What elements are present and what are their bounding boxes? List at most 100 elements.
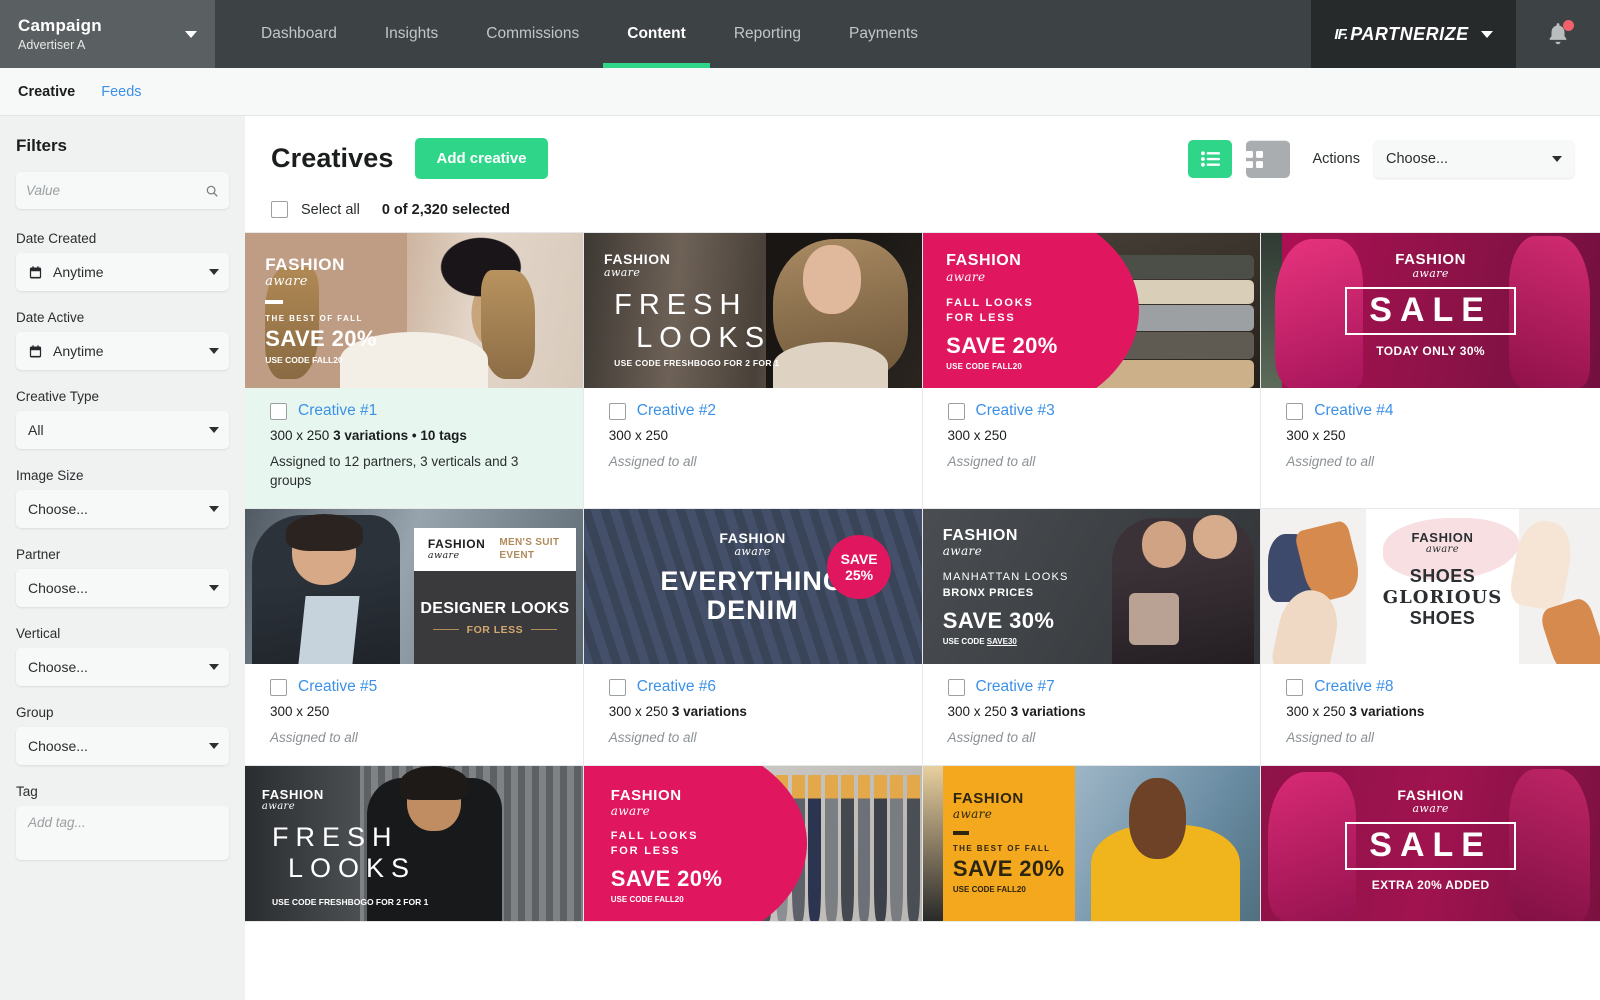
banner-kicker: FALL LOOKS FOR LESS — [611, 829, 723, 859]
creative-card[interactable]: FASHION aware SALE EXTRA 20% ADDED — [1261, 766, 1600, 922]
kicker-line-1: FALL LOOKS — [610, 829, 699, 842]
banner-art-shape — [298, 595, 361, 664]
banner-aware: aware — [261, 800, 296, 812]
creative-thumbnail[interactable]: FASHION aware EVERYTHING DENIM SAVE 25% — [583, 509, 922, 664]
creative-name-link[interactable]: Creative #6 — [637, 678, 716, 696]
code-prefix: USE CODE — [610, 894, 653, 904]
creative-thumbnail[interactable]: FASHION aware FALL LOOKS FOR LESS SAVE 2… — [583, 766, 922, 921]
creative-name-link[interactable]: Creative #7 — [976, 678, 1055, 696]
creative-checkbox[interactable] — [1286, 402, 1304, 420]
creative-checkbox[interactable] — [270, 678, 287, 696]
creative-thumbnail[interactable]: FASHION aware FRESH LOOKS USE CODE FRESH… — [245, 766, 583, 921]
creative-checkbox[interactable] — [608, 678, 626, 696]
creative-thumbnail[interactable]: FASHION aware SALE EXTRA 20% ADDED — [1261, 766, 1600, 921]
banner-kicker: THE BEST OF FALL — [952, 843, 1051, 853]
list-view-toggle[interactable] — [1188, 139, 1233, 178]
nav-tab-payments[interactable]: Payments — [825, 0, 942, 68]
select-all-checkbox[interactable] — [271, 201, 288, 218]
creative-name-link[interactable]: Creative #3 — [976, 402, 1055, 420]
creative-checkbox[interactable] — [947, 678, 965, 696]
subnav-item-creative[interactable]: Creative — [18, 84, 75, 100]
creative-card[interactable]: FASHION aware THE BEST OF FALL SAVE 20% … — [922, 766, 1262, 922]
campaign-text: Campaign Advertiser A — [18, 16, 185, 53]
creative-name-link[interactable]: Creative #1 — [298, 402, 377, 420]
creative-type-select[interactable]: All — [16, 411, 229, 449]
actions-label: Actions — [1312, 150, 1360, 167]
subnav-item-feeds[interactable]: Feeds — [101, 84, 141, 100]
creative-card[interactable]: FASHION aware MANHATTAN LOOKS BRONX PRIC… — [922, 509, 1262, 766]
creative-assignment: Assigned to 12 partners, 3 verticals and… — [270, 454, 519, 488]
banner-headline: SAVE 20% — [946, 333, 1058, 359]
creative-card[interactable]: FASHION aware THE BEST OF FALL SAVE 20% … — [245, 233, 584, 509]
creative-thumbnail[interactable]: FASHION aware SHOES GLORIOUS SHOES — [1261, 509, 1600, 664]
nav-tab-insights[interactable]: Insights — [361, 0, 462, 68]
banner-logo: FASHION — [265, 255, 346, 275]
vertical-select[interactable]: Choose... — [16, 648, 229, 686]
banner-text: FASHION aware FALL LOOKS FOR LESS SAVE 2… — [611, 788, 723, 904]
banner-art-shape — [1142, 521, 1186, 568]
headline-line-2: GLORIOUS — [1382, 586, 1503, 608]
image-size-select[interactable]: Choose... — [16, 490, 229, 528]
banner-art-shape — [906, 775, 920, 921]
banner-kicker: FALL LOOKS FOR LESS — [946, 296, 1058, 326]
badge-line-1: SAVE — [840, 551, 878, 568]
creative-meta: Creative #1 300 x 250 3 variations • 10 … — [245, 388, 583, 508]
tag-input[interactable]: Add tag... — [16, 806, 229, 860]
dimensions-value: 300 x 250 — [608, 704, 669, 719]
nav-tab-content[interactable]: Content — [603, 0, 710, 68]
nav-tab-dashboard[interactable]: Dashboard — [237, 0, 361, 68]
creative-thumbnail[interactable]: FASHION aware FALL LOOKS FOR LESS SAVE 2… — [922, 233, 1261, 388]
creative-checkbox[interactable] — [1286, 678, 1304, 696]
partnerize-logo: IF. PARTNERIZE — [1334, 24, 1468, 45]
creative-thumbnail[interactable]: FASHION aware SALE TODAY ONLY 30% — [1261, 233, 1600, 388]
date-created-select[interactable]: Anytime — [16, 253, 229, 291]
grid-view-toggle[interactable] — [1246, 139, 1291, 178]
group-select[interactable]: Choose... — [16, 727, 229, 765]
creative-name-link[interactable]: Creative #5 — [298, 678, 377, 696]
banner-dark-panel: DESIGNER LOOKS FOR LESS — [413, 571, 576, 664]
creatives-main-panel: Creatives Add creative Actions Choose...… — [245, 116, 1600, 1000]
banner-aware: aware — [1425, 543, 1460, 555]
creative-name-link[interactable]: Creative #8 — [1314, 678, 1393, 696]
creative-thumbnail[interactable]: FASHION aware THE BEST OF FALL SAVE 20% … — [922, 766, 1261, 921]
filter-search-box[interactable] — [16, 172, 229, 209]
creative-checkbox[interactable] — [270, 402, 287, 420]
creative-card[interactable]: FASHION aware SALE TODAY ONLY 30% Creati… — [1261, 233, 1600, 509]
code-value: SAVE30 — [986, 636, 1017, 646]
creative-card[interactable]: FASHION aware FALL LOOKS FOR LESS SAVE 2… — [583, 766, 923, 922]
filter-value: Choose... — [28, 501, 88, 517]
partner-select[interactable]: Choose... — [16, 569, 229, 607]
creative-card[interactable]: FASHION aware FALL LOOKS FOR LESS SAVE 2… — [922, 233, 1262, 509]
chevron-down-icon — [1480, 30, 1493, 38]
creative-thumbnail[interactable]: FASHION aware MANHATTAN LOOKS BRONX PRIC… — [922, 509, 1261, 664]
banner-shoes-glorious: FASHION aware SHOES GLORIOUS SHOES — [1261, 509, 1600, 664]
creative-card[interactable]: FASHION aware FRESH LOOKS USE CODE FRESH… — [583, 233, 923, 509]
select-all-label[interactable]: Select all — [301, 202, 360, 218]
banner-code: USE CODE FRESHBOGO FOR 2 FOR 1 — [614, 357, 780, 368]
creative-thumbnail[interactable]: FASHION aware MEN'S SUIT EVENT DESIGNER … — [245, 509, 583, 664]
nav-tab-reporting[interactable]: Reporting — [710, 0, 825, 68]
add-creative-button[interactable]: Add creative — [415, 138, 548, 179]
creative-meta: Creative #6 300 x 250 3 variations Assig… — [584, 664, 922, 765]
nav-tab-commissions[interactable]: Commissions — [462, 0, 603, 68]
creative-card[interactable]: FASHION aware MEN'S SUIT EVENT DESIGNER … — [245, 509, 584, 766]
creative-checkbox[interactable] — [608, 402, 626, 420]
creative-card[interactable]: FASHION aware FRESH LOOKS USE CODE FRESH… — [245, 766, 584, 922]
creative-name-link[interactable]: Creative #2 — [637, 402, 716, 420]
creative-name-link[interactable]: Creative #4 — [1314, 402, 1393, 420]
kicker-line-1: FALL LOOKS — [946, 297, 1034, 310]
creative-checkbox[interactable] — [947, 402, 965, 420]
search-input[interactable] — [26, 183, 205, 198]
campaign-switcher[interactable]: Campaign Advertiser A — [0, 0, 215, 68]
creative-card[interactable]: FASHION aware EVERYTHING DENIM SAVE 25% — [583, 509, 923, 766]
brand-menu[interactable]: IF. PARTNERIZE — [1311, 0, 1516, 68]
filter-value: Anytime — [53, 264, 104, 280]
notifications-button[interactable] — [1516, 0, 1600, 68]
creative-assignment: Assigned to all — [608, 454, 697, 469]
creative-thumbnail[interactable]: FASHION aware FRESH LOOKS USE CODE FRESH… — [583, 233, 922, 388]
creative-thumbnail[interactable]: FASHION aware THE BEST OF FALL SAVE 20% … — [245, 233, 583, 388]
date-active-select[interactable]: Anytime — [16, 332, 229, 370]
actions-select[interactable]: Choose... — [1374, 139, 1574, 178]
banner-art-shape — [841, 775, 855, 921]
creative-card[interactable]: FASHION aware SHOES GLORIOUS SHOES Creat… — [1261, 509, 1600, 766]
